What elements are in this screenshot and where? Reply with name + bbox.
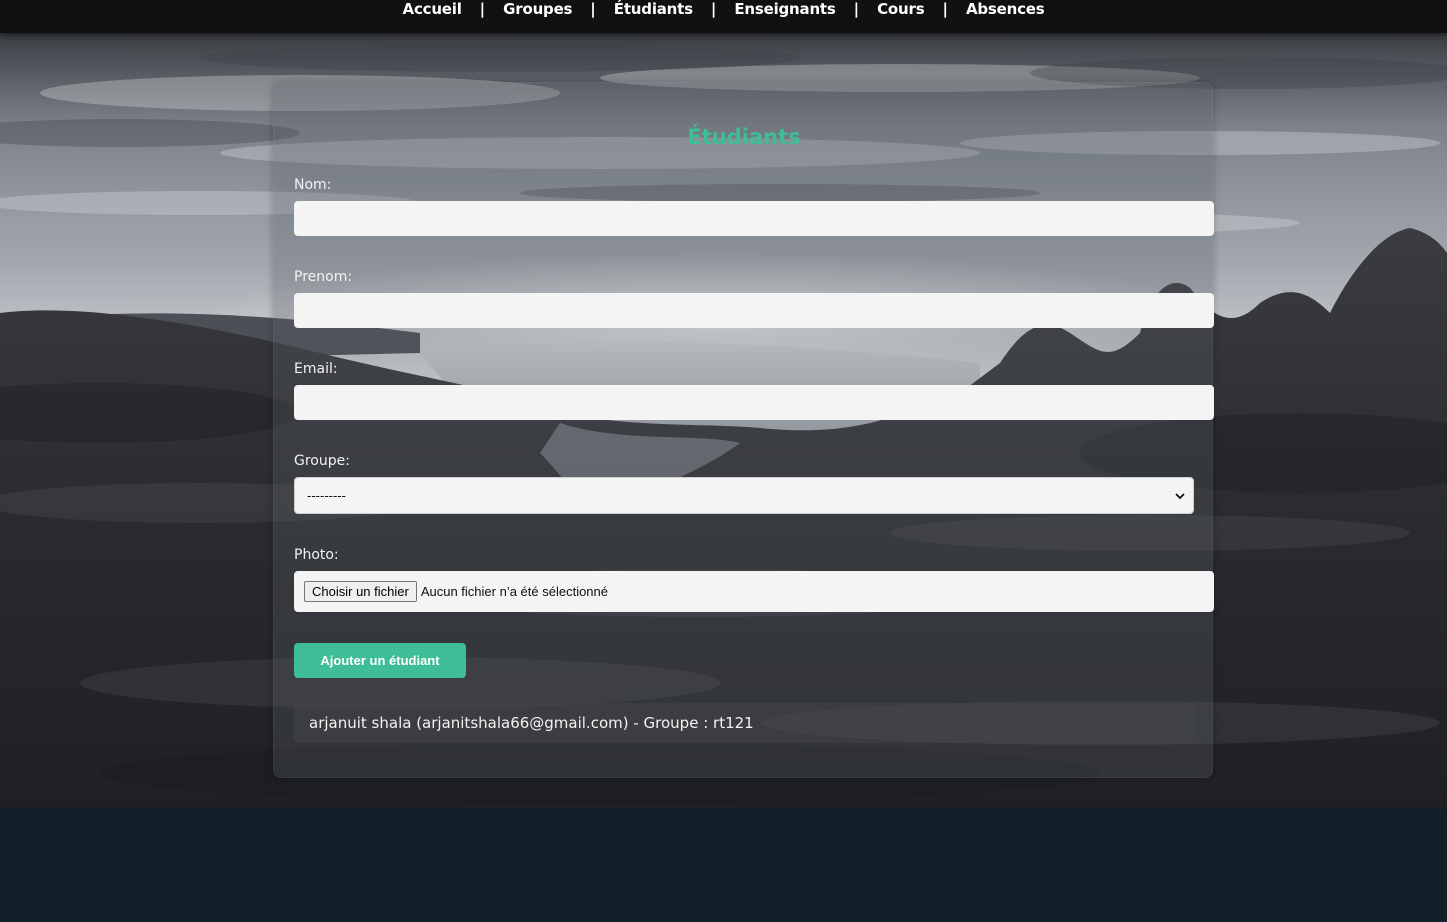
nav-link-cours[interactable]: Cours bbox=[877, 0, 925, 18]
nav-link-absences[interactable]: Absences bbox=[966, 0, 1045, 18]
nav-separator: | bbox=[590, 0, 596, 18]
chevron-down-icon bbox=[1175, 492, 1185, 499]
nom-input[interactable] bbox=[294, 201, 1214, 236]
student-form-card: Étudiants Nom: Prenom: Email: Groupe: --… bbox=[273, 82, 1214, 778]
nav-links: Accueil | Groupes | Étudiants | Enseigna… bbox=[0, 0, 1447, 20]
groupe-selected-value: --------- bbox=[307, 488, 346, 503]
nav-link-etudiants[interactable]: Étudiants bbox=[614, 0, 693, 18]
email-label: Email: bbox=[294, 361, 338, 377]
file-status-text: Aucun fichier n’a été sélectionné bbox=[420, 584, 609, 599]
nav-separator: | bbox=[710, 0, 717, 18]
nav-separator: | bbox=[853, 0, 860, 18]
student-list-item: arjanuit shala (arjanitshala66@gmail.com… bbox=[294, 703, 1194, 743]
nav-separator: | bbox=[479, 0, 486, 18]
nom-label: Nom: bbox=[294, 177, 332, 193]
page-title: Étudiants bbox=[687, 125, 801, 149]
nav-link-enseignants[interactable]: Enseignants bbox=[734, 0, 835, 18]
groupe-select[interactable]: --------- bbox=[294, 477, 1194, 514]
groupe-label: Groupe: bbox=[294, 453, 350, 469]
prenom-input[interactable] bbox=[294, 293, 1214, 328]
choose-file-button[interactable]: Choisir un fichier bbox=[304, 581, 417, 602]
photo-file-input: Choisir un fichier Aucun fichier n’a été… bbox=[294, 571, 1214, 612]
email-input[interactable] bbox=[294, 385, 1214, 420]
nav-link-groupes[interactable]: Groupes bbox=[503, 0, 572, 18]
nav-separator: | bbox=[942, 0, 948, 18]
nav-link-accueil[interactable]: Accueil bbox=[403, 0, 462, 18]
top-navbar: Accueil | Groupes | Étudiants | Enseigna… bbox=[0, 0, 1447, 33]
photo-label: Photo: bbox=[294, 547, 339, 563]
prenom-label: Prenom: bbox=[294, 269, 353, 285]
add-student-button[interactable]: Ajouter un étudiant bbox=[294, 643, 466, 678]
